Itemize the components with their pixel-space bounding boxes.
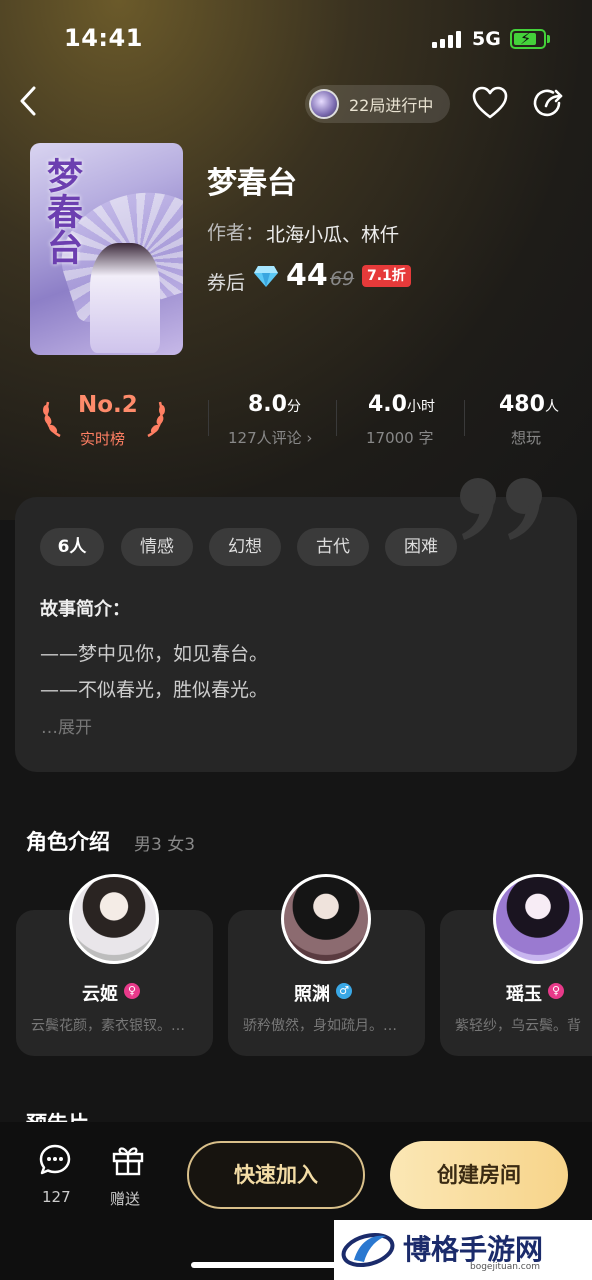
- live-rooms-pill[interactable]: 22局进行中: [305, 85, 450, 123]
- role-description: 紫轻纱，乌云鬓。背: [455, 1018, 581, 1034]
- gift-label[interactable]: 赠送: [110, 1188, 140, 1209]
- role-description: 骄矜傲然，身如疏月。…: [243, 1018, 397, 1034]
- male-icon: ♂: [336, 983, 352, 999]
- word-count: 17000 字: [366, 429, 434, 447]
- role-description: 云鬓花颜，素衣银钗。…: [31, 1018, 185, 1034]
- rank-number: No.2: [78, 392, 138, 418]
- intro-title: 故事简介：: [40, 599, 130, 620]
- role-avatar: [493, 874, 583, 964]
- role-avatar: [281, 874, 371, 964]
- role-avatar: [69, 874, 159, 964]
- role-name: 照渊: [294, 984, 330, 1005]
- female-icon: ♀: [124, 983, 140, 999]
- heart-icon[interactable]: [472, 86, 508, 120]
- watermark-logo-icon: [341, 1233, 395, 1267]
- rank-label[interactable]: 实时榜: [80, 428, 125, 449]
- back-arrow-icon[interactable]: [14, 84, 44, 118]
- create-room-button[interactable]: 创建房间: [390, 1141, 568, 1209]
- stat-divider: [208, 400, 209, 436]
- cover-title-art: 梦春台: [41, 157, 83, 265]
- role-name: 云姬: [82, 984, 118, 1005]
- battery-tip: [547, 35, 550, 43]
- battery-icon: ⚡: [510, 29, 546, 49]
- role-name: 瑶玉: [506, 984, 542, 1005]
- comment-count: 127: [42, 1188, 71, 1206]
- duration-value: 4.0小时: [368, 392, 435, 417]
- price-now: 44: [286, 258, 328, 293]
- roles-gender-count: 男3 女3: [134, 835, 196, 855]
- price-label: 券后: [207, 272, 246, 294]
- expand-link[interactable]: …展开: [41, 713, 92, 738]
- stat-divider: [336, 400, 337, 436]
- want-label: 想玩: [511, 429, 542, 447]
- tag-players[interactable]: 6人: [40, 528, 104, 566]
- review-count-link[interactable]: 127人评论 ›: [228, 427, 312, 448]
- home-indicator[interactable]: [191, 1262, 341, 1268]
- live-avatar: [309, 89, 339, 119]
- diamond-icon: [254, 266, 278, 287]
- intro-line: ——梦中见你，如见春台。: [40, 643, 269, 665]
- share-icon[interactable]: [532, 86, 566, 120]
- book-title: 梦春台: [207, 166, 297, 201]
- cover-figure-art: [90, 243, 160, 353]
- watermark-url: bogejituan.com: [470, 1262, 541, 1272]
- discount-badge: 7.1折: [362, 265, 411, 287]
- score-value: 8.0分: [248, 392, 301, 417]
- roles-section-title: 角色介绍: [26, 830, 110, 854]
- comment-icon[interactable]: [38, 1143, 72, 1177]
- author-label: 作者：: [207, 222, 265, 244]
- author-names: 北海小瓜、林仟: [266, 224, 400, 246]
- price-original: 69: [330, 268, 355, 290]
- stat-divider: [464, 400, 465, 436]
- tag-genre[interactable]: 情感: [121, 528, 193, 566]
- tag-genre[interactable]: 幻想: [209, 528, 281, 566]
- signal-icon: [432, 30, 461, 48]
- book-cover[interactable]: 梦春台: [30, 143, 183, 355]
- quick-join-button[interactable]: 快速加入: [187, 1141, 365, 1209]
- female-icon: ♀: [548, 983, 564, 999]
- live-rooms-text: 22局进行中: [349, 96, 434, 115]
- tag-difficulty[interactable]: 困难: [385, 528, 457, 566]
- quote-mark-icon: [460, 478, 542, 540]
- laurel-right-icon: [147, 401, 165, 438]
- network-type: 5G: [472, 28, 501, 50]
- intro-line: ——不似春光，胜似春光。: [40, 679, 269, 701]
- tag-genre[interactable]: 古代: [297, 528, 369, 566]
- status-time: 14:41: [64, 24, 143, 52]
- want-count: 480人: [499, 392, 559, 417]
- laurel-left-icon: [43, 401, 61, 438]
- gift-icon[interactable]: [111, 1143, 145, 1177]
